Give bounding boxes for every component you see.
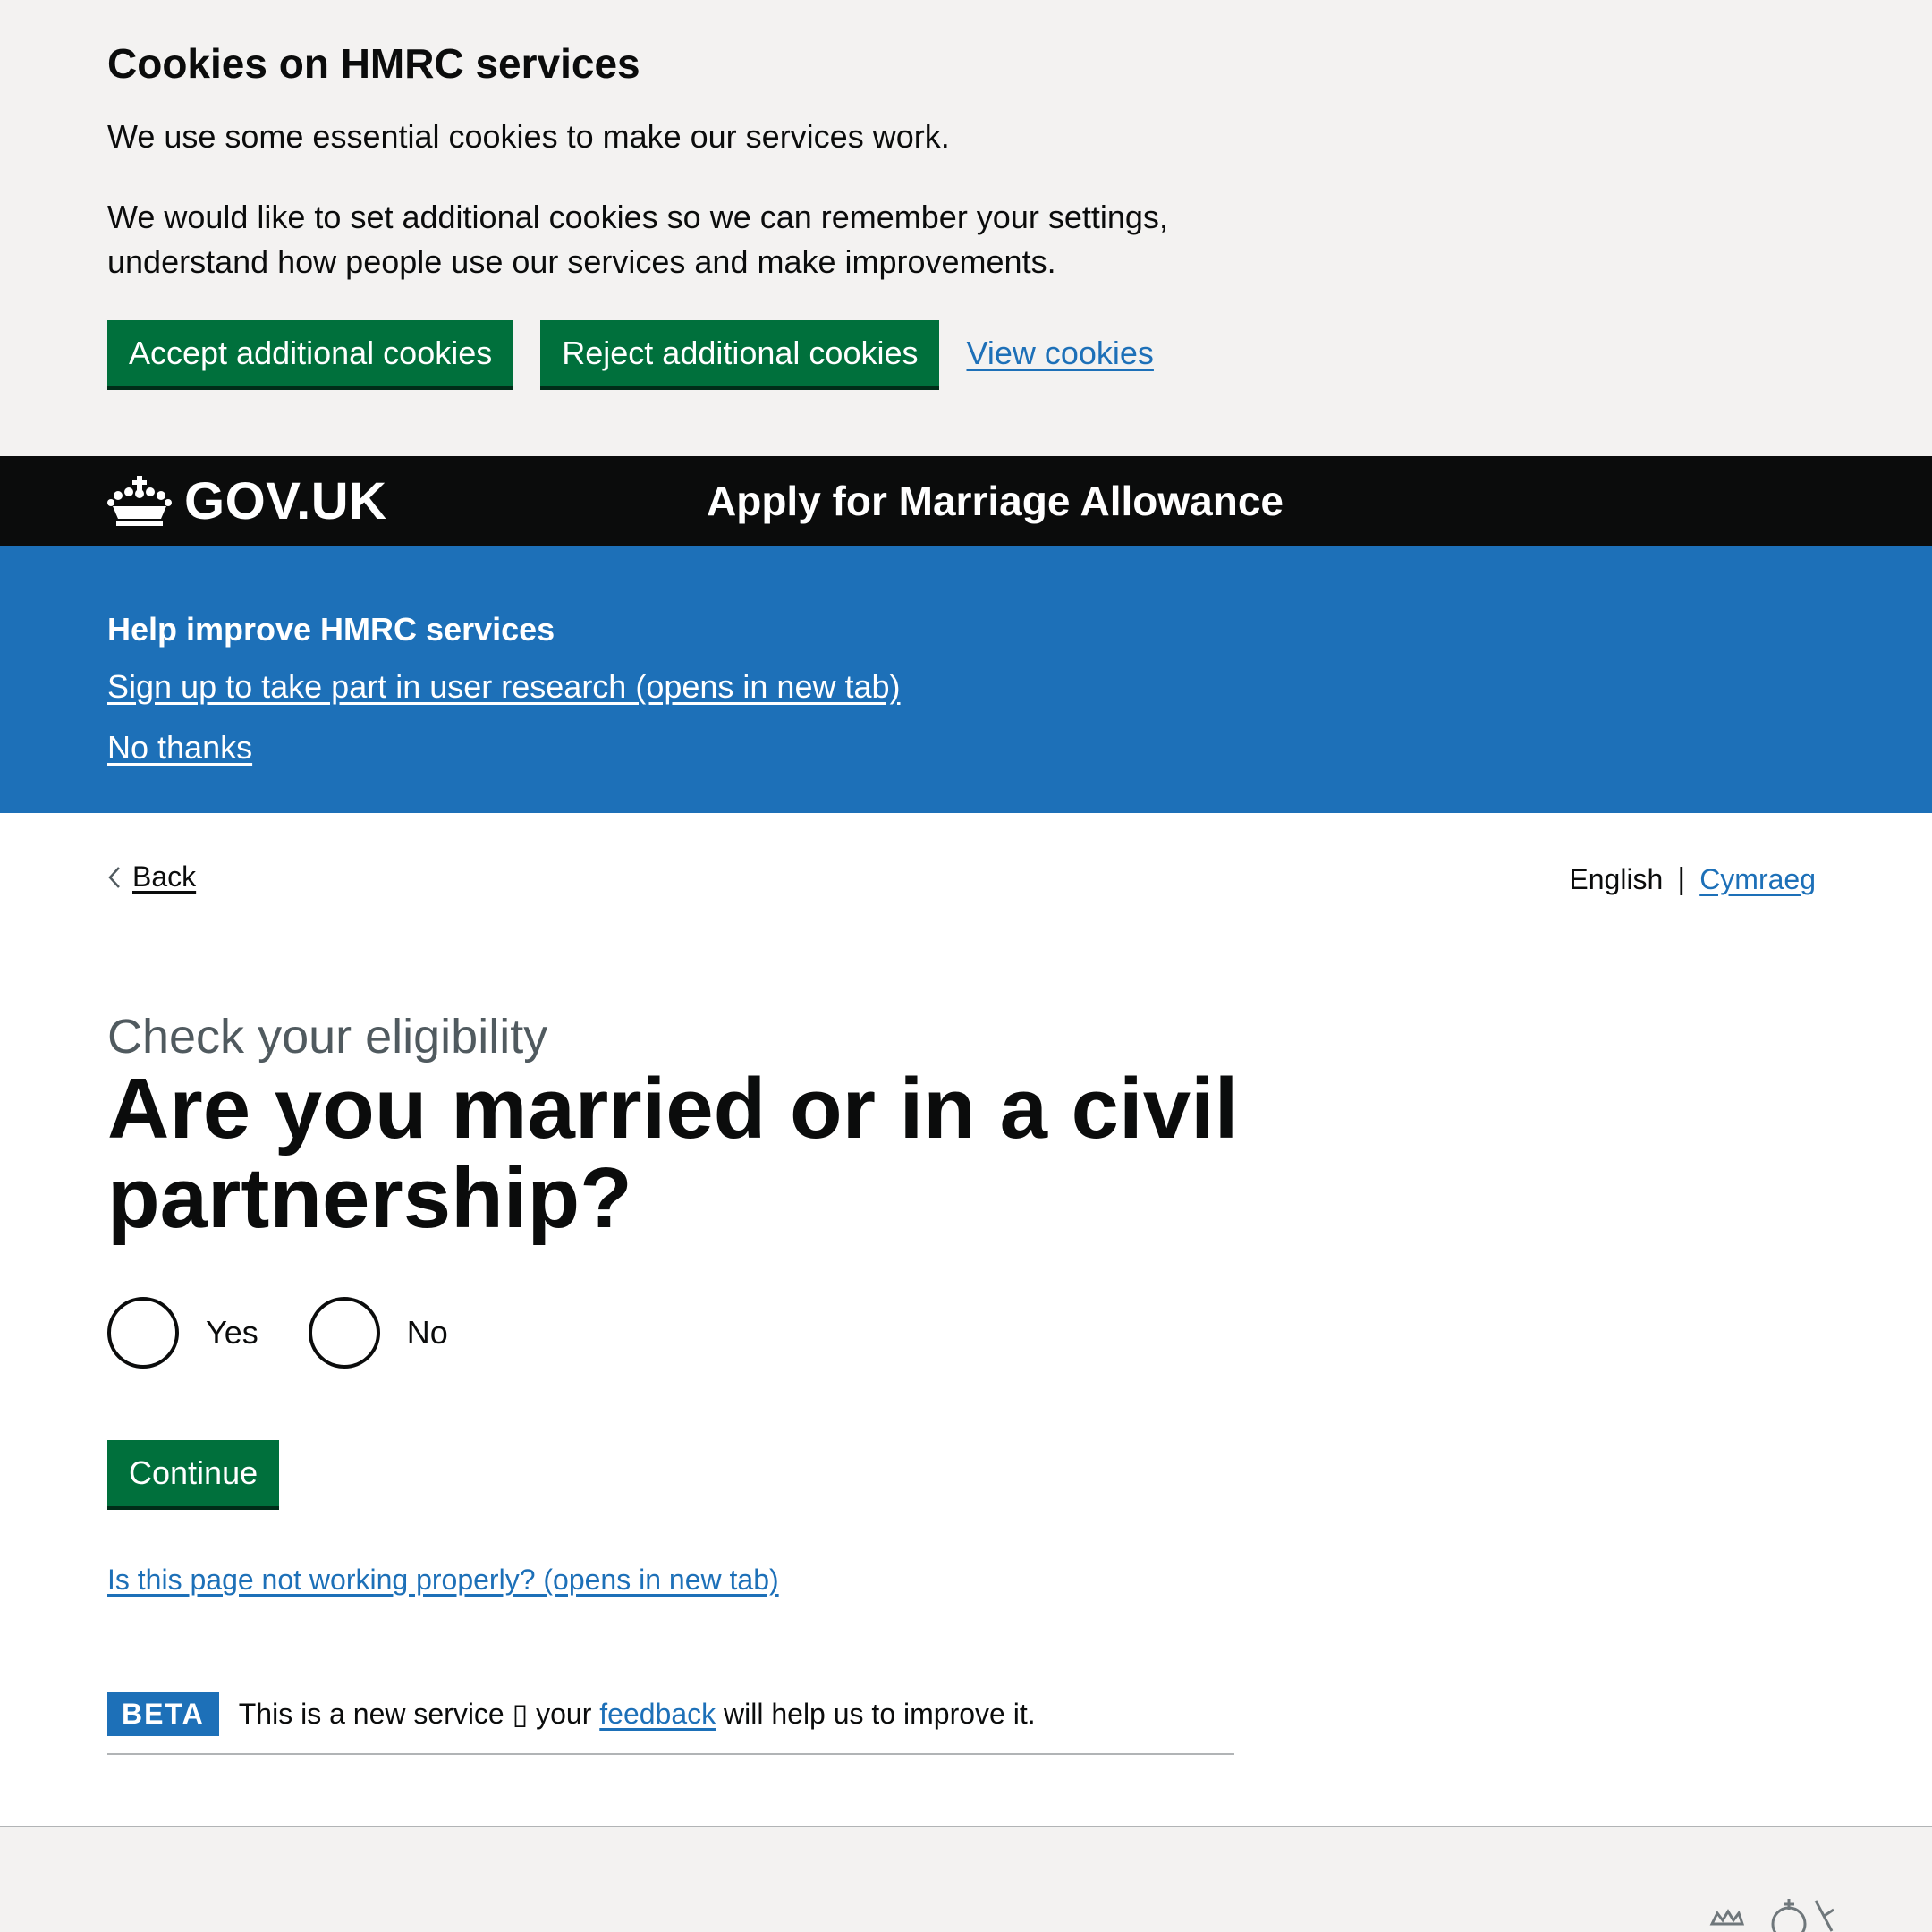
- phase-banner-text-before: This is a new service ▯ your: [238, 1698, 592, 1730]
- reject-cookies-button[interactable]: Reject additional cookies: [540, 320, 940, 386]
- language-separator: |: [1677, 862, 1686, 896]
- cookie-banner-title: Cookies on HMRC services: [107, 40, 640, 87]
- continue-button[interactable]: Continue: [107, 1440, 280, 1506]
- phase-banner-text-after: will help us to improve it.: [724, 1698, 1036, 1730]
- radio-group: Yes No: [107, 1297, 448, 1368]
- radio-label-yes[interactable]: Yes: [206, 1314, 258, 1352]
- research-no-thanks-link[interactable]: No thanks: [107, 717, 252, 778]
- language-toggle: English | Cymraeg: [1569, 862, 1816, 897]
- research-signup-link[interactable]: Sign up to take part in user research (o…: [107, 657, 901, 717]
- page-caption: Check your eligibility: [107, 1010, 548, 1063]
- language-current: English: [1569, 863, 1664, 895]
- accept-cookies-button[interactable]: Accept additional cookies: [107, 320, 514, 386]
- govuk-logo-text: GOV.UK: [184, 471, 387, 530]
- cookie-banner-text-additional: We would like to set additional cookies …: [107, 199, 1168, 280]
- radio-button-yes[interactable]: [107, 1297, 179, 1368]
- radio-button-no[interactable]: [308, 1297, 380, 1368]
- site-header: GOV.UK Apply for Marriage Allowance: [0, 456, 1932, 546]
- radio-option-no[interactable]: No: [308, 1297, 448, 1368]
- cookie-banner-text-essential: We use some essential cookies to make ou…: [107, 118, 950, 155]
- phase-banner: BETA This is a new service ▯ your feedba…: [107, 1690, 1234, 1755]
- feedback-link[interactable]: feedback: [599, 1698, 716, 1730]
- site-footer: [0, 1826, 1932, 1932]
- view-cookies-link[interactable]: View cookies: [966, 335, 1153, 372]
- research-banner: Help improve HMRC services Sign up to ta…: [0, 546, 1932, 813]
- govuk-logo-link[interactable]: GOV.UK: [107, 471, 386, 531]
- crown-icon: [107, 476, 172, 526]
- back-navigation: Back: [107, 860, 196, 894]
- page-title: Are you married or in a civil partnershi…: [107, 1061, 1239, 1246]
- back-link[interactable]: Back: [132, 860, 196, 894]
- service-name-link[interactable]: Apply for Marriage Allowance: [707, 477, 1284, 525]
- beta-tag: BETA: [107, 1691, 219, 1736]
- cookie-banner-actions: Accept additional cookies Reject additio…: [107, 320, 1825, 386]
- phase-banner-text: This is a new service ▯ your feedback wi…: [239, 1697, 1036, 1731]
- cookie-banner: Cookies on HMRC services We use some ess…: [0, 0, 1932, 456]
- radio-label-no[interactable]: No: [407, 1314, 448, 1352]
- royal-crest-icon: [1709, 1899, 1834, 1932]
- language-cymraeg-link[interactable]: Cymraeg: [1699, 863, 1816, 896]
- research-banner-title: Help improve HMRC services: [107, 611, 555, 648]
- report-problem-link[interactable]: Is this page not working properly? (open…: [107, 1563, 779, 1597]
- chevron-left-icon: [108, 866, 120, 888]
- radio-option-yes[interactable]: Yes: [107, 1297, 258, 1368]
